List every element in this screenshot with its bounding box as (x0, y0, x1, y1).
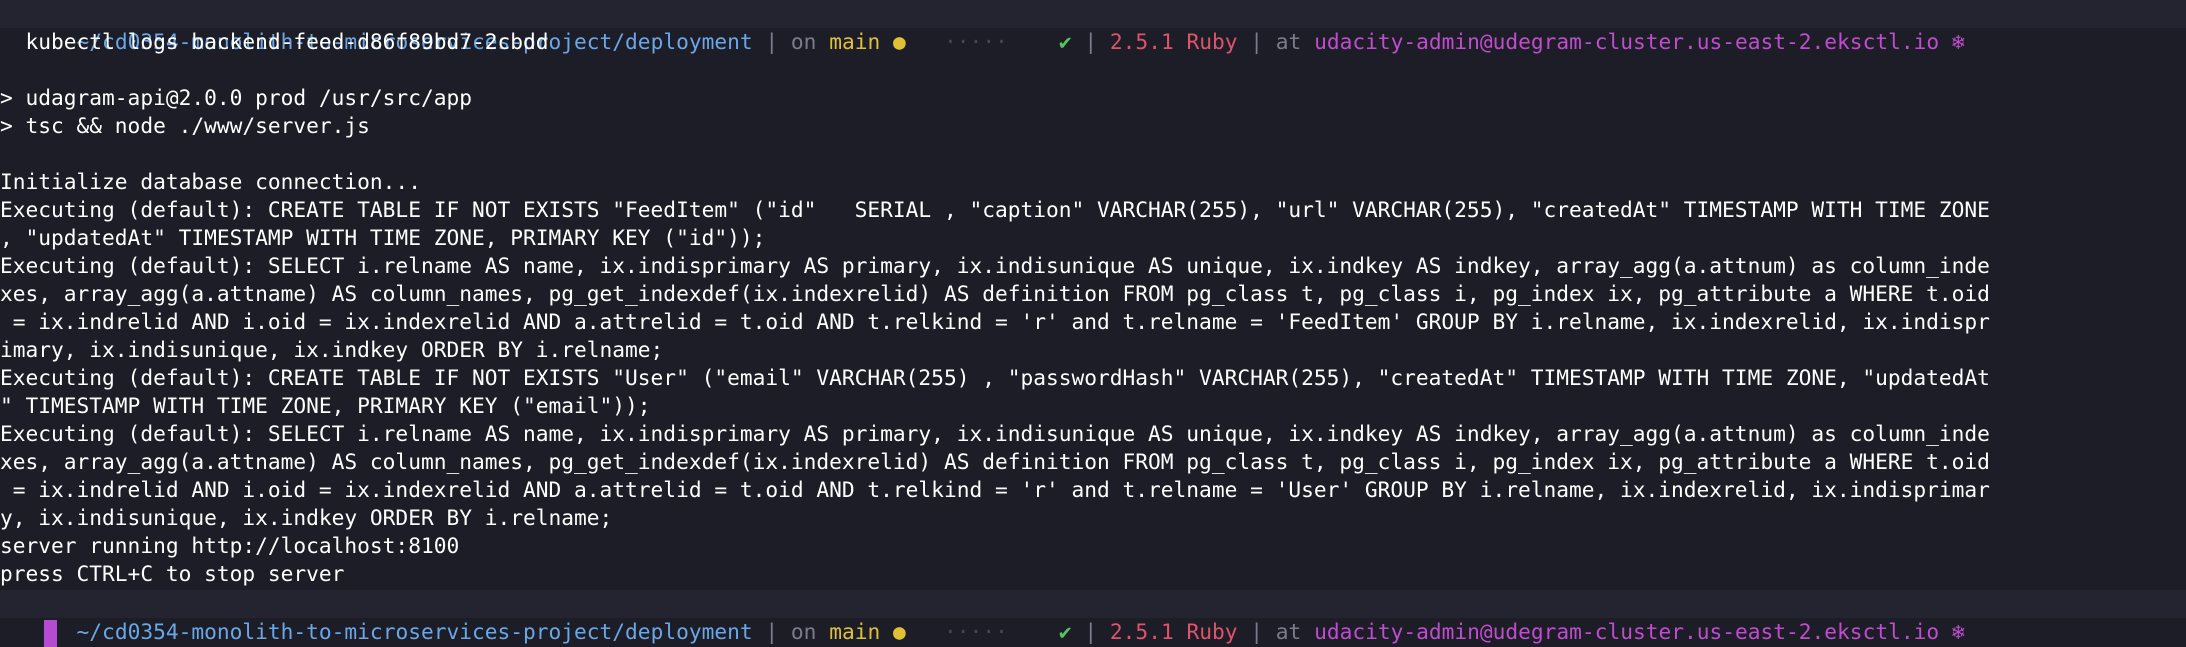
git-dirty-icon: ● (893, 619, 906, 644)
ruby-version: 2.5.1 Ruby (1109, 619, 1238, 644)
output-line: = ix.indrelid AND i.oid = ix.indexrelid … (0, 309, 1990, 334)
output-line: Executing (default): CREATE TABLE IF NOT… (0, 365, 1990, 390)
output-line: imary, ix.indisunique, ix.indkey ORDER B… (0, 337, 664, 362)
output-line: Executing (default): SELECT i.relname AS… (0, 421, 1990, 446)
prompt-line: ~/cd0354-monolith-to-microservices-proje… (0, 0, 2186, 54)
output-line: xes, array_agg(a.attname) AS column_name… (0, 281, 1990, 306)
prompt-on-label: on (790, 619, 817, 644)
prompt-filler-dots: ····· (944, 29, 1008, 54)
git-dirty-icon: ● (893, 29, 906, 54)
output-line: Executing (default): SELECT i.relname AS… (0, 253, 1990, 278)
kubernetes-icon: ❄ (1951, 619, 1965, 644)
text-cursor[interactable] (44, 620, 57, 647)
prompt-on-label: on (790, 29, 817, 54)
prompt-filler-dots: ····· (944, 619, 1008, 644)
output-line: press CTRL+C to stop server (0, 561, 345, 586)
output-line: y, ix.indisunique, ix.indkey ORDER BY i.… (0, 505, 613, 530)
kubernetes-icon: ❄ (1951, 29, 1965, 54)
ruby-version: 2.5.1 Ruby (1109, 29, 1238, 54)
output-line: Initialize database connection... (0, 169, 421, 194)
prompt-at-label: at (1275, 29, 1302, 54)
success-check-icon: ✔ (1058, 619, 1072, 644)
output-line: server running http://localhost:8100 (0, 533, 460, 558)
prompt-line: ~/cd0354-monolith-to-microservices-proje… (0, 590, 2186, 644)
kube-context: udacity-admin@udegram-cluster.us-east-2.… (1314, 29, 1940, 54)
prompt-separator: | (765, 29, 779, 54)
output-line: Executing (default): CREATE TABLE IF NOT… (0, 197, 1990, 222)
output-line: = ix.indrelid AND i.oid = ix.indexrelid … (0, 477, 1990, 502)
success-check-icon: ✔ (1058, 29, 1072, 54)
git-branch: main (829, 29, 881, 54)
output-line: > tsc && node ./www/server.js (0, 113, 370, 138)
output-line: > udagram-api@2.0.0 prod /usr/src/app (0, 85, 472, 110)
output-line: xes, array_agg(a.attname) AS column_name… (0, 449, 1990, 474)
command-line: kubectl logs backend-feed-d86f89bd7-2cbd… (0, 28, 549, 56)
kube-context: udacity-admin@udegram-cluster.us-east-2.… (1314, 619, 1940, 644)
output-line: " TIMESTAMP WITH TIME ZONE, PRIMARY KEY … (0, 393, 651, 418)
output-line: , "updatedAt" TIMESTAMP WITH TIME ZONE, … (0, 225, 766, 250)
prompt-separator: | (765, 619, 779, 644)
git-branch: main (829, 619, 881, 644)
prompt-path: ~/cd0354-monolith-to-microservices-proje… (76, 619, 753, 644)
command-text: kubectl logs backend-feed-d86f89bd7-2cbd… (25, 29, 549, 54)
terminal-window[interactable]: ~/cd0354-monolith-to-microservices-proje… (0, 0, 2186, 647)
prompt-at-label: at (1275, 619, 1302, 644)
